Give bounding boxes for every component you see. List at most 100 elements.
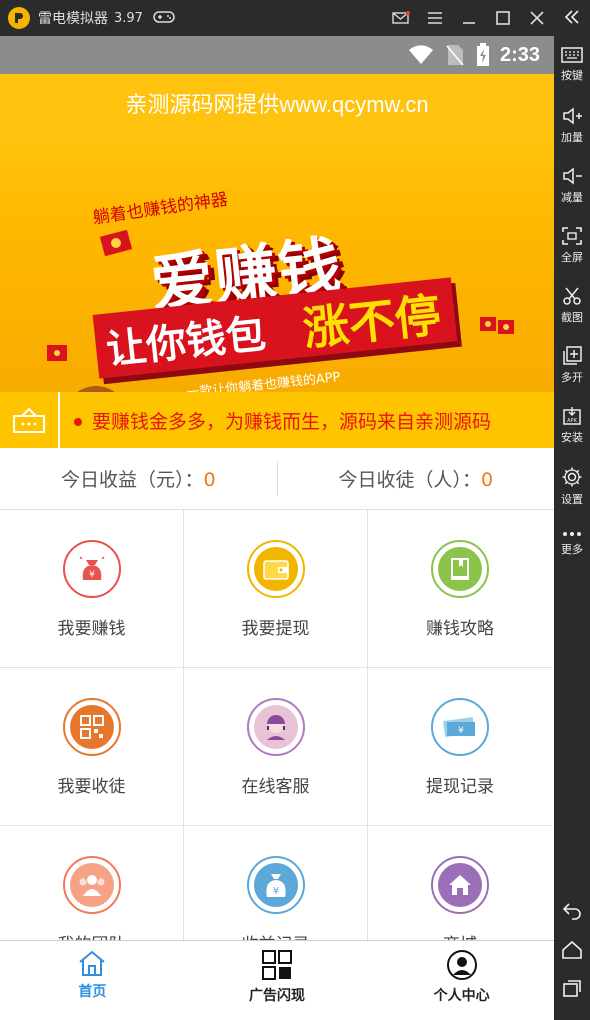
ribbon-main-text: 让你钱包 [104,311,268,374]
grid-squares-icon [262,950,292,980]
banner-header: 亲测源码网提供www.qcymw.cn [0,74,554,136]
banner-subtitle: 躺着也赚钱的神器 [91,189,230,229]
sidebar-item-install[interactable]: APK 安装 [554,406,590,445]
sidebar-item-more[interactable]: 更多 [554,530,590,557]
grid-item-customer-service[interactable]: 在线客服 [184,668,368,826]
book-icon [431,540,489,598]
close-icon[interactable] [520,0,554,36]
maximize-icon[interactable] [486,0,520,36]
emulator-sidebar: 按键 加量 减量 全屏 截图 多开 APK 安装 设置 更多 [554,0,590,1020]
promo-banner[interactable]: 亲测源码网提供www.qcymw.cn 躺着也赚钱的神器 爱赚钱 让你钱包 涨不… [0,74,554,430]
feature-grid: ¥ 我要赚钱 我要提现 赚钱攻略 我要收徒 在线客服 ¥ 提现记录 ¥ [0,510,554,984]
apprentice-value: 0 [480,469,494,491]
collapse-sidebar-icon[interactable] [554,8,590,26]
apk-install-icon: APK [563,407,581,425]
notice-icon [0,392,60,448]
grid-item-withdraw-records[interactable]: ¥ 提现记录 [368,668,552,826]
emulator-title: 雷电模拟器 [38,11,108,27]
sidebar-item-settings[interactable]: 设置 [554,466,590,507]
phone-screen: 2:33 亲测源码网提供www.qcymw.cn 躺着也赚钱的神器 爱赚钱 让你… [0,36,554,1020]
grid-item-label: 提现记录 [426,777,494,797]
grid-item-strategy[interactable]: 赚钱攻略 [368,510,552,668]
sidebar-label: 截图 [561,311,583,324]
grid-item-label: 在线客服 [241,777,310,797]
more-icon [563,532,581,536]
svg-text:¥: ¥ [458,726,464,736]
user-avatar-icon [446,950,477,980]
sidebar-item-keyboard[interactable]: 按键 [554,46,590,83]
today-apprentices: 今日收徒（人）：0 [278,465,555,492]
grid-item-label: 我要提现 [241,619,310,639]
today-stats: 今日收益（元）：0 今日收徒（人）：0 [0,448,554,510]
sidebar-item-volume-up[interactable]: 加量 [554,106,590,145]
notice-bar[interactable]: 要赚钱金多多，为赚钱而生，源码来自亲测源码 [0,392,554,448]
grid-item-withdraw[interactable]: 我要提现 [184,510,368,668]
team-icon [62,856,121,914]
notice-message: 要赚钱金多多，为赚钱而生，源码来自亲测源码 [92,410,492,433]
today-income: 今日收益（元）：0 [0,465,277,492]
sidebar-label: 安装 [561,431,583,444]
cash-record-icon: ¥ [431,698,489,756]
scissors-icon [563,287,581,305]
volume-down-icon [563,167,582,185]
nav-label: 个人中心 [433,988,490,1004]
bottom-navigation: 首页 广告闪现 个人中心 [0,940,554,1020]
grid-item-label: 赚钱攻略 [426,619,494,639]
sidebar-label: 全屏 [561,251,583,264]
sidebar-item-volume-down[interactable]: 减量 [554,166,590,205]
grid-item-earn[interactable]: ¥ 我要赚钱 [0,510,184,668]
nav-label: 广告闪现 [249,988,305,1004]
svg-text:APK: APK [567,418,577,424]
gear-icon [562,467,582,487]
sidebar-label: 更多 [561,543,583,556]
android-status-bar: 2:33 [0,36,554,74]
sidebar-item-fullscreen[interactable]: 全屏 [554,226,590,265]
ribbon-accent-text: 涨不停 [300,287,444,356]
red-envelope-icon [47,345,67,361]
sidebar-label: 减量 [561,191,583,204]
money-bag-icon: ¥ [62,540,121,598]
status-time: 2:33 [499,43,540,66]
volume-up-icon [563,107,582,125]
income-label: 今日收益（元）： [60,469,204,491]
menu-icon[interactable] [418,0,452,36]
home-outline-icon [79,950,105,976]
nav-home[interactable]: 首页 [0,941,185,1020]
apprentice-label: 今日收徒（人）： [338,469,481,491]
nav-ads[interactable]: 广告闪现 [185,941,370,1020]
no-sim-icon [446,45,464,66]
grid-item-recruit[interactable]: 我要收徒 [0,668,184,826]
sidebar-label: 加量 [561,131,583,144]
ldplayer-logo-icon [8,7,30,29]
sidebar-label: 按键 [561,69,583,82]
emulator-titlebar: 雷电模拟器 3.97 [0,0,590,36]
sidebar-label: 设置 [561,493,583,506]
back-icon[interactable] [554,900,590,920]
wifi-icon [408,45,433,64]
nav-label: 首页 [78,984,107,1000]
gamepad-icon[interactable] [153,9,175,28]
wallet-icon [246,540,305,598]
customer-service-icon [246,698,305,756]
home-icon [431,856,489,914]
keyboard-icon [561,47,583,63]
minimize-icon[interactable] [452,0,486,36]
notice-text: 要赚钱金多多，为赚钱而生，源码来自亲测源码 [74,407,491,434]
notice-dot [74,418,82,426]
multi-open-icon [563,346,582,365]
grid-item-label: 我要收徒 [57,777,126,797]
mail-icon[interactable] [384,0,418,36]
sidebar-item-multi-open[interactable]: 多开 [554,346,590,385]
svg-text:¥: ¥ [272,886,278,897]
red-envelope-icon [100,229,133,257]
nav-profile[interactable]: 个人中心 [369,941,554,1020]
red-envelope-icon [480,317,514,334]
recent-apps-icon[interactable] [554,978,590,998]
fullscreen-icon [562,227,582,245]
emulator-version: 3.97 [114,10,143,26]
battery-charging-icon [476,43,489,66]
sidebar-item-screenshot[interactable]: 截图 [554,286,590,325]
home-button-icon[interactable] [554,940,590,960]
sidebar-label: 多开 [561,371,583,384]
income-value: 0 [203,469,216,491]
